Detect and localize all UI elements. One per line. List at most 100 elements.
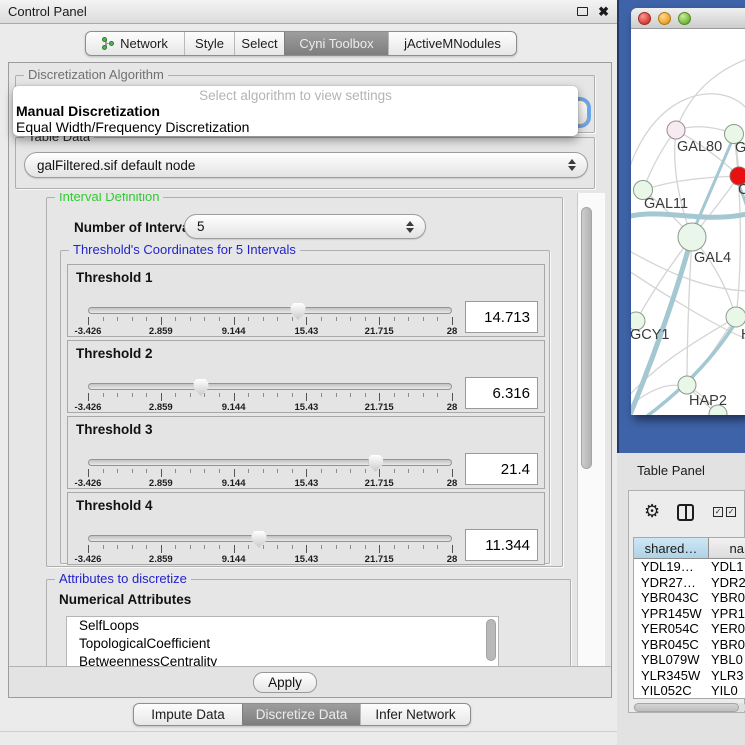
- threshold-slider[interactable]: -3.4262.8599.14415.4321.71528: [88, 379, 452, 413]
- table-row[interactable]: YDR27…YDR2: [634, 575, 745, 591]
- table-row[interactable]: YBR043CYBR0: [634, 590, 745, 606]
- table-row[interactable]: YBR045CYBR0: [634, 637, 745, 653]
- tab-discretize-data[interactable]: Discretize Data: [242, 704, 360, 725]
- numerical-attributes-list[interactable]: SelfLoopsTopologicalCoefficientBetweenne…: [66, 616, 499, 667]
- cell-shared-name: YPR145W: [634, 606, 709, 622]
- svg-text:HAP2: HAP2: [689, 393, 727, 409]
- threshold-value-field[interactable]: 21.4: [465, 453, 538, 485]
- apply-button[interactable]: Apply: [253, 672, 317, 693]
- column-header-shared-name[interactable]: shared…: [634, 538, 709, 558]
- tab-cyni-toolbox[interactable]: Cyni Toolbox: [284, 32, 388, 55]
- slider-ticks: [88, 545, 452, 554]
- top-tab-bar: Network StyleSelect Cyni Toolbox jActiveMNo…: [85, 31, 517, 56]
- table-panel-body: ⚙ ✓ ✓ shared… na YDL19…YDL1YDR27…YDR2YBR…: [628, 490, 745, 713]
- group-title: Attributes to discretize: [55, 572, 191, 586]
- tab-label: Network: [120, 36, 168, 51]
- table-row[interactable]: YDL19…YDL1: [634, 559, 745, 575]
- close-icon[interactable]: ✖: [598, 5, 609, 18]
- cell-name: YBR0: [709, 637, 745, 653]
- tab-infer-network[interactable]: Infer Network: [360, 704, 470, 725]
- popup-option-equal-width-frequency[interactable]: Equal Width/Frequency Discretization: [13, 119, 578, 135]
- attributes-group: Attributes to discretize Numerical Attri…: [46, 579, 571, 667]
- slider-tick-labels: -3.4262.8599.14415.4321.71528: [88, 554, 452, 565]
- list-scrollbar[interactable]: [486, 619, 496, 661]
- tab-select[interactable]: Select: [234, 32, 284, 55]
- threshold-label: Threshold 2: [76, 346, 153, 361]
- cell-shared-name: YLR345W: [634, 668, 709, 684]
- tab-label: Impute Data: [151, 707, 225, 722]
- cell-shared-name: YDR27…: [634, 575, 709, 591]
- float-window-icon[interactable]: [577, 7, 588, 16]
- scrollbar-thumb[interactable]: [581, 207, 592, 469]
- network-view-window[interactable]: GAL80 GA C GAL11 GAL4 GCY1 HA HAP2: [631, 8, 745, 415]
- tab-impute-data[interactable]: Impute Data: [134, 704, 242, 725]
- column-header-name[interactable]: na: [709, 538, 745, 558]
- checkbox-icon: ✓: [726, 507, 736, 517]
- vertical-scrollbar[interactable]: [577, 193, 605, 667]
- slider-tick-labels: -3.4262.8599.14415.4321.71528: [88, 478, 452, 489]
- threshold-slider[interactable]: -3.4262.8599.14415.4321.71528: [88, 303, 452, 337]
- select-columns-icon[interactable]: ✓ ✓: [713, 507, 736, 517]
- group-title: Threshold's Coordinates for 5 Intervals: [69, 243, 300, 257]
- tab-network[interactable]: Network: [86, 32, 184, 55]
- tab-label: Infer Network: [375, 707, 455, 722]
- split-view-icon[interactable]: [677, 504, 694, 521]
- tab-label: Discretize Data: [256, 707, 348, 722]
- thresholds-group: Threshold's Coordinates for 5 Intervals …: [60, 250, 550, 564]
- table-row[interactable]: YLR345WYLR3: [634, 668, 745, 684]
- table-data-group: Table Data galFiltered.sif default node: [15, 137, 595, 189]
- stepper-icon: [406, 221, 414, 233]
- tab-style[interactable]: Style: [184, 32, 234, 55]
- slider-track[interactable]: [88, 535, 452, 542]
- node-right-h[interactable]: [726, 307, 745, 327]
- slider-track[interactable]: [88, 383, 452, 390]
- table-data-combobox[interactable]: galFiltered.sif default node: [24, 152, 588, 178]
- table-toolbar: ⚙ ✓ ✓: [629, 491, 744, 533]
- threshold-slider[interactable]: -3.4262.8599.14415.4321.71528: [88, 531, 452, 565]
- attribute-item[interactable]: SelfLoops: [67, 617, 498, 635]
- node-hap2[interactable]: [678, 376, 696, 394]
- panel-title: Control Panel: [8, 4, 87, 19]
- horizontal-scrollbar[interactable]: [633, 703, 745, 712]
- attribute-item[interactable]: BetweennessCentrality: [67, 653, 498, 667]
- threshold-slider[interactable]: -3.4262.8599.14415.4321.71528: [88, 455, 452, 489]
- gear-icon[interactable]: ⚙: [644, 503, 660, 521]
- cell-shared-name: YIL052C: [634, 683, 709, 699]
- group-title: Discretization Algorithm: [24, 68, 168, 82]
- slider-track[interactable]: [88, 459, 452, 466]
- svg-text:HA: HA: [741, 327, 745, 343]
- numerical-attributes-label: Numerical Attributes: [59, 592, 191, 607]
- slider-track[interactable]: [88, 307, 452, 314]
- cell-name: YBR0: [709, 590, 745, 606]
- threshold-value-field[interactable]: 14.713: [465, 301, 538, 333]
- table-row[interactable]: YBL079WYBL0: [634, 652, 745, 668]
- tab-label: Cyni Toolbox: [299, 36, 373, 51]
- close-traffic-icon[interactable]: [638, 12, 651, 25]
- scrollbar-thumb[interactable]: [634, 703, 739, 712]
- cell-name: YPR1: [709, 606, 745, 622]
- table-row[interactable]: YER054CYER0: [634, 621, 745, 637]
- algorithm-dropdown-popup: Select algorithm to view settings Manual…: [13, 86, 578, 136]
- threshold-box: Threshold 3 -3.4262.8599.14415.4321.7152…: [67, 416, 545, 489]
- number-of-intervals-combobox[interactable]: 5: [184, 214, 426, 239]
- node-gal4[interactable]: [678, 223, 706, 251]
- threshold-value-field[interactable]: 6.316: [465, 377, 538, 409]
- node-gal80[interactable]: [667, 121, 685, 139]
- slider-ticks: [88, 317, 452, 326]
- network-canvas[interactable]: GAL80 GA C GAL11 GAL4 GCY1 HA HAP2: [631, 29, 745, 415]
- table-panel-title: Table Panel: [637, 463, 705, 478]
- cell-shared-name: YBR043C: [634, 590, 709, 606]
- table-row[interactable]: YPR145WYPR1: [634, 606, 745, 622]
- zoom-traffic-icon[interactable]: [678, 12, 691, 25]
- node-table[interactable]: shared… na YDL19…YDL1YDR27…YDR2YBR043CYB…: [633, 537, 745, 699]
- threshold-value-field[interactable]: 11.344: [465, 529, 538, 561]
- slider-ticks: [88, 469, 452, 478]
- minimize-traffic-icon[interactable]: [658, 12, 671, 25]
- threshold-label: Threshold 4: [76, 498, 153, 513]
- popup-option-manual-discretization[interactable]: Manual Discretization: [13, 103, 578, 119]
- attribute-item[interactable]: TopologicalCoefficient: [67, 635, 498, 653]
- popup-placeholder: Select algorithm to view settings: [13, 86, 578, 103]
- table-row[interactable]: YIL052CYIL0: [634, 683, 745, 699]
- tab-jactivemnodules[interactable]: jActiveMNodules: [388, 32, 516, 55]
- settings-scroll-viewport: Interval Definition Number of Intervals …: [15, 193, 577, 667]
